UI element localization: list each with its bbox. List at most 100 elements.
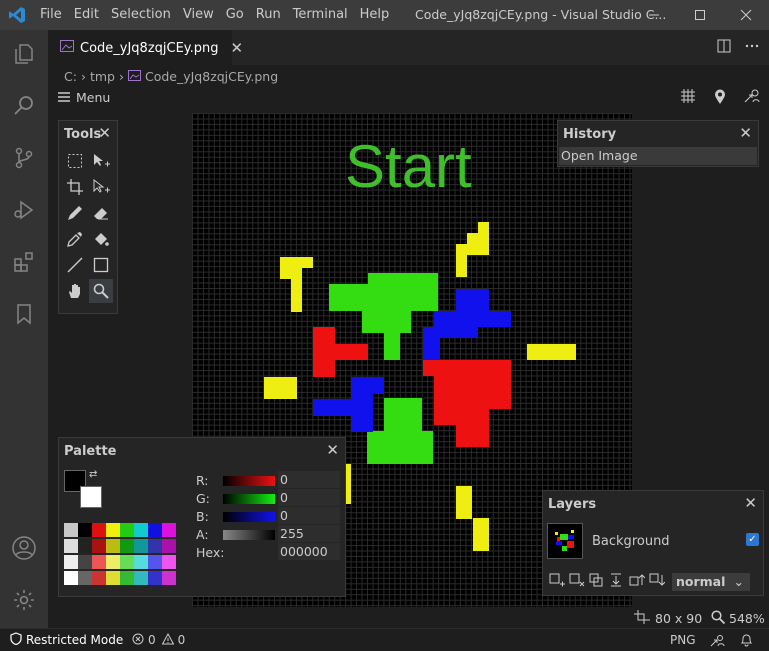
account-icon[interactable] bbox=[0, 524, 48, 572]
breadcrumb-folder[interactable]: tmp bbox=[90, 69, 115, 84]
blue-slider[interactable] bbox=[223, 512, 275, 522]
swap-colors-icon[interactable]: ⇄ bbox=[89, 469, 97, 480]
duplicate-layer-icon[interactable] bbox=[589, 573, 605, 591]
history-item[interactable]: Open Image bbox=[559, 147, 757, 165]
blend-mode-select[interactable]: normal ⌄ bbox=[672, 573, 750, 591]
layer-actions: normal ⌄ bbox=[549, 573, 750, 591]
add-layer-icon[interactable] bbox=[549, 573, 565, 591]
image-file-icon bbox=[60, 40, 74, 56]
move-layer-up-icon[interactable] bbox=[629, 573, 646, 591]
move-select-icon[interactable] bbox=[89, 149, 113, 173]
alpha-slider[interactable] bbox=[223, 530, 275, 540]
settings-gear-icon[interactable] bbox=[0, 576, 48, 624]
image-size-value: 80 x 90 bbox=[655, 610, 703, 626]
run-debug-icon[interactable] bbox=[0, 186, 48, 234]
zoom-tool-icon[interactable] bbox=[89, 279, 113, 303]
green-label: G: bbox=[196, 491, 210, 506]
green-slider[interactable] bbox=[223, 494, 275, 504]
palette-panel: Palette ✕ ⇄ R: 0 G: 0 B: 0 A: 255 Hex: 0… bbox=[58, 437, 346, 597]
hand-pan-icon[interactable] bbox=[63, 279, 87, 303]
resize-icon bbox=[634, 609, 650, 627]
hamburger-icon bbox=[58, 90, 70, 105]
line-tool-icon[interactable] bbox=[63, 253, 87, 277]
location-pin-icon[interactable] bbox=[714, 89, 726, 105]
merge-layer-icon[interactable] bbox=[609, 573, 625, 591]
extensions-icon[interactable] bbox=[0, 238, 48, 286]
blend-mode-value: normal bbox=[676, 574, 726, 589]
tab-close-button[interactable]: ✕ bbox=[231, 39, 244, 57]
layer-row[interactable]: Background ✓ bbox=[547, 521, 759, 561]
close-window-button[interactable] bbox=[723, 0, 769, 30]
layer-thumbnail bbox=[547, 523, 583, 559]
tab-bar: Code_yJq8zqjCEy.png ✕ bbox=[48, 30, 769, 65]
tools-panel: Tools ✕ bbox=[58, 120, 118, 314]
zoom-info: 548% bbox=[711, 609, 765, 627]
breadcrumb: C: › tmp › Code_yJq8zqjCEy.png bbox=[48, 65, 769, 87]
language-mode[interactable]: PNG bbox=[670, 629, 696, 651]
remote-share-icon[interactable] bbox=[744, 89, 760, 103]
tab-image-file[interactable]: Code_yJq8zqjCEy.png ✕ bbox=[48, 30, 243, 65]
red-label: R: bbox=[196, 473, 209, 488]
menu-selection[interactable]: Selection bbox=[105, 0, 177, 30]
restricted-mode-indicator[interactable]: Restricted Mode bbox=[0, 629, 132, 651]
tools-close-icon[interactable]: ✕ bbox=[98, 124, 111, 142]
canvas-start-text: Start bbox=[345, 133, 472, 200]
search-icon[interactable] bbox=[0, 82, 48, 130]
layers-panel-header: Layers ✕ bbox=[543, 491, 763, 517]
menu-go[interactable]: Go bbox=[220, 0, 250, 30]
menu-file[interactable]: File bbox=[34, 0, 68, 30]
rect-select-icon[interactable] bbox=[63, 149, 87, 173]
history-close-icon[interactable]: ✕ bbox=[739, 124, 752, 142]
red-value-input[interactable]: 0 bbox=[278, 471, 340, 488]
pencil-icon[interactable] bbox=[63, 201, 87, 225]
more-actions-icon[interactable] bbox=[745, 39, 759, 57]
menu-label: Menu bbox=[76, 90, 111, 105]
alpha-value-input[interactable]: 255 bbox=[278, 525, 340, 542]
move-pixels-icon[interactable] bbox=[89, 175, 113, 199]
alpha-label: A: bbox=[196, 527, 209, 542]
maximize-button[interactable] bbox=[677, 0, 723, 30]
breadcrumb-file[interactable]: Code_yJq8zqjCEy.png bbox=[145, 69, 278, 84]
zoom-value: 548% bbox=[729, 610, 765, 626]
hex-value-input[interactable]: 000000 bbox=[278, 543, 340, 560]
editor-menu-button[interactable]: Menu bbox=[58, 90, 110, 105]
green-value-input[interactable]: 0 bbox=[278, 489, 340, 506]
layers-close-icon[interactable]: ✕ bbox=[744, 494, 757, 512]
blue-value-input[interactable]: 0 bbox=[278, 507, 340, 524]
menu-run[interactable]: Run bbox=[250, 0, 287, 30]
layer-visibility-checkbox[interactable]: ✓ bbox=[746, 533, 759, 546]
secondary-color-swatch[interactable] bbox=[80, 486, 102, 508]
paint-bucket-icon[interactable] bbox=[89, 227, 113, 251]
eraser-icon[interactable] bbox=[89, 201, 113, 225]
source-control-icon[interactable] bbox=[0, 134, 48, 182]
crop-icon[interactable] bbox=[63, 175, 87, 199]
split-editor-icon[interactable] bbox=[717, 39, 731, 57]
tools-title: Tools bbox=[64, 126, 102, 142]
grid-toggle-icon[interactable] bbox=[681, 89, 695, 103]
menu-terminal[interactable]: Terminal bbox=[287, 0, 354, 30]
history-panel: History ✕ Open Image bbox=[557, 120, 759, 167]
rectangle-tool-icon[interactable] bbox=[89, 253, 113, 277]
menu-view[interactable]: View bbox=[177, 0, 220, 30]
tools-grid bbox=[59, 147, 117, 305]
menu-help[interactable]: Help bbox=[354, 0, 396, 30]
live-share-icon[interactable] bbox=[710, 629, 725, 651]
editor-actions bbox=[717, 30, 759, 65]
delete-layer-icon[interactable] bbox=[569, 573, 585, 591]
tools-panel-header: Tools ✕ bbox=[59, 121, 117, 147]
bookmark-icon[interactable] bbox=[0, 290, 48, 338]
menu-edit[interactable]: Edit bbox=[68, 0, 105, 30]
move-layer-down-icon[interactable] bbox=[649, 573, 666, 591]
files-icon[interactable] bbox=[0, 30, 48, 78]
history-panel-header: History ✕ bbox=[558, 121, 758, 147]
problems-indicator[interactable]: 0 0 bbox=[132, 629, 185, 651]
red-slider[interactable] bbox=[223, 476, 275, 486]
hex-label: Hex: bbox=[196, 545, 225, 560]
palette-close-icon[interactable]: ✕ bbox=[326, 441, 339, 459]
minimize-button[interactable] bbox=[631, 0, 677, 30]
breadcrumb-drive[interactable]: C: bbox=[64, 69, 77, 84]
notifications-bell-icon[interactable] bbox=[740, 629, 753, 651]
color-palette-grid[interactable] bbox=[64, 523, 178, 585]
color-picker-icon[interactable] bbox=[63, 227, 87, 251]
warning-count: 0 bbox=[177, 633, 186, 647]
